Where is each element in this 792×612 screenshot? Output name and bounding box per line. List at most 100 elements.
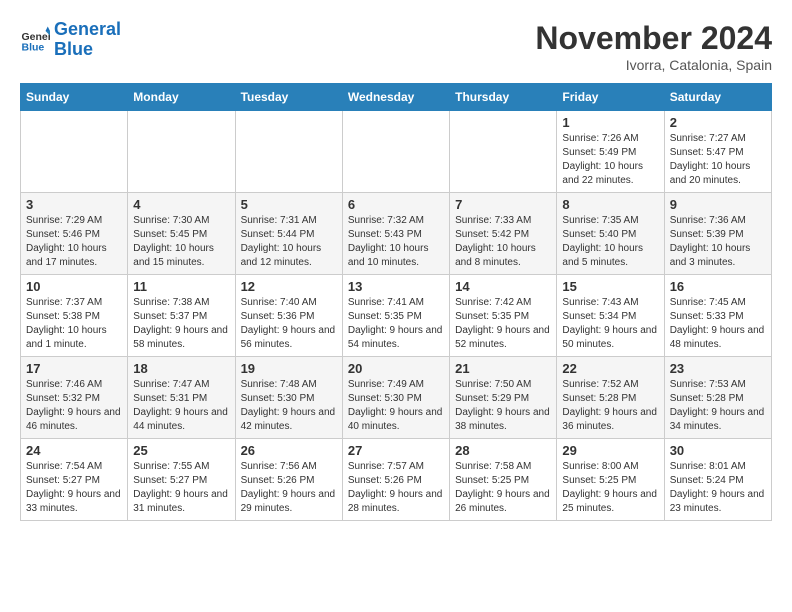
day-info: Sunrise: 7:33 AM Sunset: 5:42 PM Dayligh… [455, 214, 551, 270]
day-number: 19 [241, 361, 337, 376]
day-info: Sunrise: 7:30 AM Sunset: 5:45 PM Dayligh… [133, 214, 229, 270]
day-number: 1 [562, 115, 658, 130]
calendar-cell: 28 Sunrise: 7:58 AM Sunset: 5:25 PM Dayli… [450, 439, 557, 521]
calendar-cell: 7 Sunrise: 7:33 AM Sunset: 5:42 PM Daylig… [450, 193, 557, 275]
day-number: 28 [455, 443, 551, 458]
month-title: November 2024 [535, 20, 772, 57]
day-number: 8 [562, 197, 658, 212]
calendar-week-2: 3Sunrise: 7:29 AM Sunset: 5:46 PM Daylig… [21, 193, 772, 275]
calendar-cell [128, 111, 235, 193]
calendar-cell: 9 Sunrise: 7:36 AM Sunset: 5:39 PM Daylig… [664, 193, 771, 275]
day-info: Sunrise: 7:46 AM Sunset: 5:32 PM Dayligh… [26, 378, 122, 434]
day-info: Sunrise: 7:32 AM Sunset: 5:43 PM Dayligh… [348, 214, 444, 270]
day-info: Sunrise: 7:27 AM Sunset: 5:47 PM Dayligh… [670, 132, 766, 188]
calendar-cell: 17Sunrise: 7:46 AM Sunset: 5:32 PM Dayli… [21, 357, 128, 439]
day-number: 4 [133, 197, 229, 212]
day-info: Sunrise: 7:36 AM Sunset: 5:39 PM Dayligh… [670, 214, 766, 270]
calendar-cell: 16Sunrise: 7:45 AM Sunset: 5:33 PM Dayli… [664, 275, 771, 357]
calendar-week-5: 24 Sunrise: 7:54 AM Sunset: 5:27 PM Dayli… [21, 439, 772, 521]
logo-text-line2: Blue [54, 40, 121, 60]
day-number: 30 [670, 443, 766, 458]
day-number: 5 [241, 197, 337, 212]
col-monday: Monday [128, 84, 235, 111]
calendar-cell: 3Sunrise: 7:29 AM Sunset: 5:46 PM Daylig… [21, 193, 128, 275]
day-number: 26 [241, 443, 337, 458]
col-saturday: Saturday [664, 84, 771, 111]
calendar-cell: 12Sunrise: 7:40 AM Sunset: 5:36 PM Dayli… [235, 275, 342, 357]
calendar-cell [450, 111, 557, 193]
calendar-cell: 14Sunrise: 7:42 AM Sunset: 5:35 PM Dayli… [450, 275, 557, 357]
calendar-header: Sunday Monday Tuesday Wednesday Thursday… [21, 84, 772, 111]
day-number: 25 [133, 443, 229, 458]
day-number: 12 [241, 279, 337, 294]
day-info: Sunrise: 7:43 AM Sunset: 5:34 PM Dayligh… [562, 296, 658, 352]
day-info: Sunrise: 7:53 AM Sunset: 5:28 PM Dayligh… [670, 378, 766, 434]
calendar-week-1: 1 Sunrise: 7:26 AM Sunset: 5:49 PM Daylig… [21, 111, 772, 193]
day-info: Sunrise: 7:47 AM Sunset: 5:31 PM Dayligh… [133, 378, 229, 434]
calendar-cell: 27Sunrise: 7:57 AM Sunset: 5:26 PM Dayli… [342, 439, 449, 521]
day-number: 29 [562, 443, 658, 458]
day-number: 24 [26, 443, 122, 458]
day-info: Sunrise: 7:58 AM Sunset: 5:25 PM Dayligh… [455, 460, 551, 516]
day-info: Sunrise: 7:56 AM Sunset: 5:26 PM Dayligh… [241, 460, 337, 516]
title-block: November 2024 Ivorra, Catalonia, Spain [535, 20, 772, 73]
day-number: 15 [562, 279, 658, 294]
day-info: Sunrise: 7:48 AM Sunset: 5:30 PM Dayligh… [241, 378, 337, 434]
calendar-cell: 8 Sunrise: 7:35 AM Sunset: 5:40 PM Daylig… [557, 193, 664, 275]
day-info: Sunrise: 7:42 AM Sunset: 5:35 PM Dayligh… [455, 296, 551, 352]
day-info: Sunrise: 7:52 AM Sunset: 5:28 PM Dayligh… [562, 378, 658, 434]
day-number: 23 [670, 361, 766, 376]
day-number: 18 [133, 361, 229, 376]
calendar-cell: 19 Sunrise: 7:48 AM Sunset: 5:30 PM Dayli… [235, 357, 342, 439]
col-friday: Friday [557, 84, 664, 111]
calendar-cell: 6 Sunrise: 7:32 AM Sunset: 5:43 PM Daylig… [342, 193, 449, 275]
logo-text-line1: General [54, 20, 121, 40]
calendar-cell [342, 111, 449, 193]
logo-icon: General Blue [20, 25, 50, 55]
col-tuesday: Tuesday [235, 84, 342, 111]
day-number: 11 [133, 279, 229, 294]
calendar-cell: 21Sunrise: 7:50 AM Sunset: 5:29 PM Dayli… [450, 357, 557, 439]
calendar-cell: 24 Sunrise: 7:54 AM Sunset: 5:27 PM Dayli… [21, 439, 128, 521]
page-header: General Blue General Blue November 2024 … [20, 20, 772, 73]
calendar-cell: 20 Sunrise: 7:49 AM Sunset: 5:30 PM Dayli… [342, 357, 449, 439]
calendar-cell: 25 Sunrise: 7:55 AM Sunset: 5:27 PM Dayli… [128, 439, 235, 521]
day-number: 13 [348, 279, 444, 294]
day-info: Sunrise: 7:55 AM Sunset: 5:27 PM Dayligh… [133, 460, 229, 516]
calendar-cell: 1 Sunrise: 7:26 AM Sunset: 5:49 PM Daylig… [557, 111, 664, 193]
day-info: Sunrise: 8:01 AM Sunset: 5:24 PM Dayligh… [670, 460, 766, 516]
day-number: 20 [348, 361, 444, 376]
day-number: 2 [670, 115, 766, 130]
day-info: Sunrise: 7:35 AM Sunset: 5:40 PM Dayligh… [562, 214, 658, 270]
calendar-cell: 4 Sunrise: 7:30 AM Sunset: 5:45 PM Daylig… [128, 193, 235, 275]
day-info: Sunrise: 7:50 AM Sunset: 5:29 PM Dayligh… [455, 378, 551, 434]
day-number: 7 [455, 197, 551, 212]
day-number: 3 [26, 197, 122, 212]
calendar-cell [235, 111, 342, 193]
day-info: Sunrise: 7:49 AM Sunset: 5:30 PM Dayligh… [348, 378, 444, 434]
logo: General Blue General Blue [20, 20, 121, 60]
calendar-cell: 18 Sunrise: 7:47 AM Sunset: 5:31 PM Dayli… [128, 357, 235, 439]
day-info: Sunrise: 7:26 AM Sunset: 5:49 PM Dayligh… [562, 132, 658, 188]
day-info: Sunrise: 7:54 AM Sunset: 5:27 PM Dayligh… [26, 460, 122, 516]
svg-text:Blue: Blue [22, 41, 45, 53]
col-thursday: Thursday [450, 84, 557, 111]
day-info: Sunrise: 7:57 AM Sunset: 5:26 PM Dayligh… [348, 460, 444, 516]
calendar-cell: 29 Sunrise: 8:00 AM Sunset: 5:25 PM Dayli… [557, 439, 664, 521]
day-number: 16 [670, 279, 766, 294]
calendar-cell: 10Sunrise: 7:37 AM Sunset: 5:38 PM Dayli… [21, 275, 128, 357]
day-info: Sunrise: 7:41 AM Sunset: 5:35 PM Dayligh… [348, 296, 444, 352]
day-number: 6 [348, 197, 444, 212]
col-wednesday: Wednesday [342, 84, 449, 111]
day-info: Sunrise: 7:31 AM Sunset: 5:44 PM Dayligh… [241, 214, 337, 270]
day-number: 9 [670, 197, 766, 212]
calendar-week-4: 17Sunrise: 7:46 AM Sunset: 5:32 PM Dayli… [21, 357, 772, 439]
day-number: 22 [562, 361, 658, 376]
day-info: Sunrise: 8:00 AM Sunset: 5:25 PM Dayligh… [562, 460, 658, 516]
day-info: Sunrise: 7:38 AM Sunset: 5:37 PM Dayligh… [133, 296, 229, 352]
calendar-cell: 2 Sunrise: 7:27 AM Sunset: 5:47 PM Daylig… [664, 111, 771, 193]
calendar-cell: 11 Sunrise: 7:38 AM Sunset: 5:37 PM Dayli… [128, 275, 235, 357]
calendar-cell [21, 111, 128, 193]
calendar-cell: 13 Sunrise: 7:41 AM Sunset: 5:35 PM Dayli… [342, 275, 449, 357]
calendar-cell: 5 Sunrise: 7:31 AM Sunset: 5:44 PM Daylig… [235, 193, 342, 275]
